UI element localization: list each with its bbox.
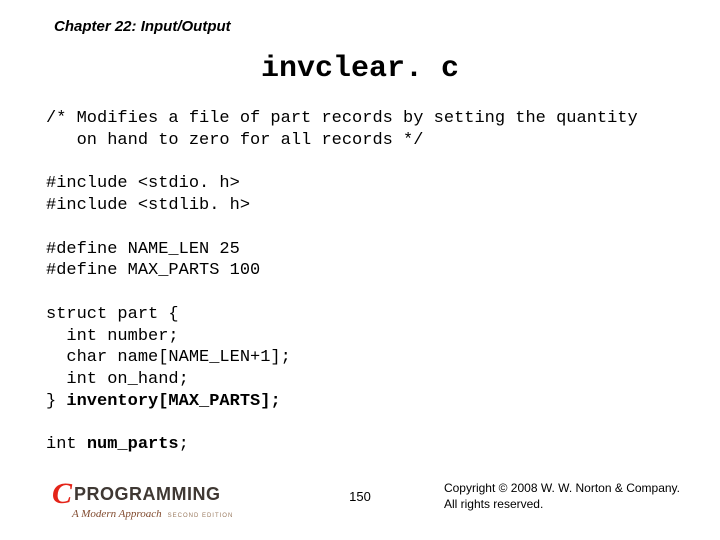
- slide-title: invclear. c: [0, 52, 720, 86]
- code-line: struct part {: [46, 305, 179, 324]
- code-line: char name[NAME_LEN+1];: [46, 348, 291, 367]
- logo-edition: SECOND EDITION: [168, 513, 234, 519]
- code-line: int on_hand;: [46, 370, 189, 389]
- code-line: int number;: [46, 327, 179, 346]
- chapter-heading: Chapter 22: Input/Output: [54, 18, 231, 35]
- code-line: ;: [179, 435, 189, 454]
- code-line: }: [46, 392, 66, 411]
- slide: Chapter 22: Input/Output invclear. c /* …: [0, 0, 720, 540]
- code-line: #define MAX_PARTS 100: [46, 261, 260, 280]
- code-bold: num_parts: [87, 435, 179, 454]
- copyright: Copyright © 2008 W. W. Norton & Company.…: [444, 480, 680, 512]
- logo-sub-text: A Modern Approach: [72, 508, 162, 520]
- code-bold: inventory[MAX_PARTS];: [66, 392, 280, 411]
- code-block: /* Modifies a file of part records by se…: [46, 108, 700, 456]
- code-line: #include <stdio. h>: [46, 174, 240, 193]
- code-line: on hand to zero for all records */: [46, 131, 423, 150]
- code-line: #define NAME_LEN 25: [46, 240, 240, 259]
- copyright-line: All rights reserved.: [444, 496, 680, 512]
- code-line: int: [46, 435, 87, 454]
- code-line: #include <stdlib. h>: [46, 196, 250, 215]
- copyright-line: Copyright © 2008 W. W. Norton & Company.: [444, 480, 680, 496]
- footer: CPROGRAMMING A Modern ApproachSECOND EDI…: [0, 468, 720, 522]
- logo-subtitle: A Modern Approach SECOND EDITION: [72, 508, 233, 520]
- code-line: /* Modifies a file of part records by se…: [46, 109, 638, 128]
